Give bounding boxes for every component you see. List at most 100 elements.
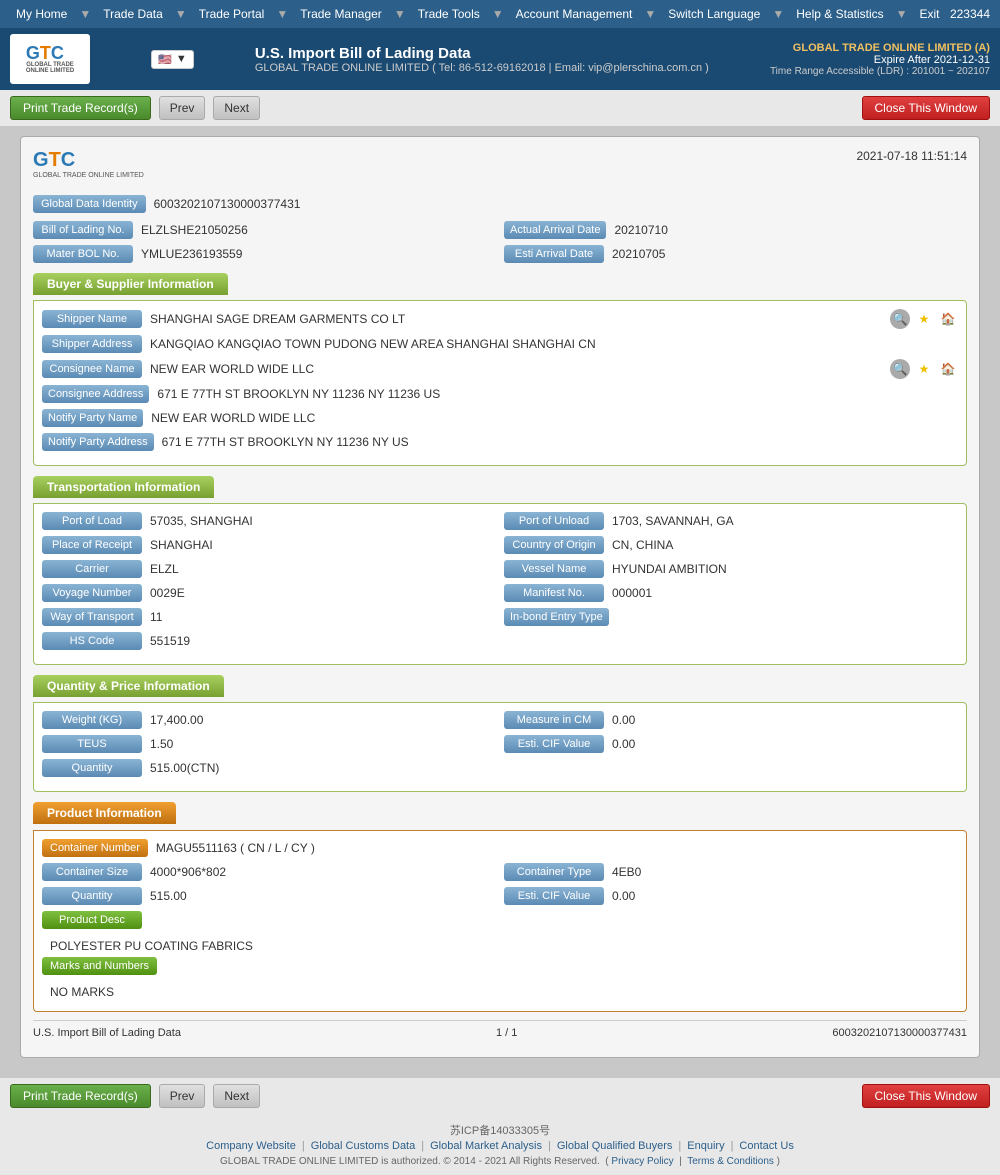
esti-cif-field: Esti. CIF Value 0.00 — [504, 735, 958, 753]
actual-arrival-label: Actual Arrival Date — [504, 221, 606, 239]
container-number-label: Container Number — [42, 839, 148, 857]
mater-bol-field: Mater BOL No. YMLUE236193559 — [33, 245, 496, 263]
global-data-id-label: Global Data Identity — [33, 195, 146, 213]
shipper-address-row: Shipper Address KANGQIAO KANGQIAO TOWN P… — [42, 335, 958, 353]
measure-cm-field: Measure in CM 0.00 — [504, 711, 958, 729]
product-esti-cif-label: Esti. CIF Value — [504, 887, 604, 905]
notify-party-name-row: Notify Party Name NEW EAR WORLD WIDE LLC — [42, 409, 958, 427]
header-subtitle: GLOBAL TRADE ONLINE LIMITED ( Tel: 86-51… — [255, 62, 709, 74]
next-button-bottom[interactable]: Next — [213, 1084, 260, 1108]
nav-switch-language[interactable]: Switch Language — [662, 7, 766, 21]
account-info: GLOBAL TRADE ONLINE LIMITED (A) Expire A… — [770, 42, 990, 77]
footer-global-customs[interactable]: Global Customs Data — [311, 1140, 416, 1152]
consignee-home-icon[interactable]: 🏠 — [938, 359, 958, 379]
place-receipt-label: Place of Receipt — [42, 536, 142, 554]
container-type-label: Container Type — [504, 863, 604, 881]
weight-kg-value: 17,400.00 — [150, 713, 203, 727]
voyage-field: Voyage Number 0029E — [42, 584, 496, 602]
shipper-star-icon[interactable]: ★ — [914, 309, 934, 329]
esti-arrival-label: Esti Arrival Date — [504, 245, 604, 263]
notify-party-address-value: 671 E 77TH ST BROOKLYN NY 11236 NY US — [162, 435, 409, 449]
product-desc-text: POLYESTER PU COATING FABRICS — [42, 935, 958, 957]
icp-number: 苏ICP备14033305号 — [10, 1122, 990, 1138]
vessel-name-field: Vessel Name HYUNDAI AMBITION — [504, 560, 958, 578]
product-quantity-cif-row: Quantity 515.00 Esti. CIF Value 0.00 — [42, 887, 958, 905]
time-range: Time Range Accessible (LDR) : 201001 ~ 2… — [770, 66, 990, 77]
footer-company-website[interactable]: Company Website — [206, 1140, 296, 1152]
nav-my-home[interactable]: My Home — [10, 7, 73, 21]
shipper-name-row: Shipper Name SHANGHAI SAGE DREAM GARMENT… — [42, 309, 958, 329]
next-button-top[interactable]: Next — [213, 96, 260, 120]
product-content: Container Number MAGU5511163 ( CN / L / … — [33, 830, 967, 1012]
footer-terms-link[interactable]: Terms & Conditions — [687, 1156, 774, 1167]
manifest-field: Manifest No. 000001 — [504, 584, 958, 602]
vessel-name-value: HYUNDAI AMBITION — [612, 562, 727, 576]
consignee-name-row: Consignee Name NEW EAR WORLD WIDE LLC 🔍 … — [42, 359, 958, 379]
quantity-content: Weight (KG) 17,400.00 Measure in CM 0.00… — [33, 702, 967, 792]
voyage-number-label: Voyage Number — [42, 584, 142, 602]
place-receipt-field: Place of Receipt SHANGHAI — [42, 536, 496, 554]
product-cif-field: Esti. CIF Value 0.00 — [504, 887, 958, 905]
footer-global-buyers[interactable]: Global Qualified Buyers — [557, 1140, 673, 1152]
transportation-content: Port of Load 57035, SHANGHAI Port of Unl… — [33, 503, 967, 665]
container-type-field: Container Type 4EB0 — [504, 863, 958, 881]
bol-no-value: ELZLSHE21050256 — [141, 223, 248, 237]
prev-button-bottom[interactable]: Prev — [159, 1084, 206, 1108]
container-size-value: 4000*906*802 — [150, 865, 226, 879]
prev-button-top[interactable]: Prev — [159, 96, 206, 120]
footer-title: U.S. Import Bill of Lading Data — [33, 1027, 181, 1039]
flag-selector[interactable]: 🇺🇸 ▼ — [151, 50, 194, 69]
nav-account-management[interactable]: Account Management — [510, 7, 639, 21]
weight-kg-label: Weight (KG) — [42, 711, 142, 729]
actual-arrival-field: Actual Arrival Date 20210710 — [504, 221, 967, 239]
carrier-label: Carrier — [42, 560, 142, 578]
port-unload-field: Port of Unload 1703, SAVANNAH, GA — [504, 512, 958, 530]
consignee-search-icon[interactable]: 🔍 — [890, 359, 910, 379]
marks-numbers-label: Marks and Numbers — [42, 957, 157, 975]
nav-trade-portal[interactable]: Trade Portal — [193, 7, 271, 21]
nav-exit[interactable]: Exit — [914, 7, 946, 21]
consignee-star-icon[interactable]: ★ — [914, 359, 934, 379]
weight-measure-row: Weight (KG) 17,400.00 Measure in CM 0.00 — [42, 711, 958, 729]
quantity-value: 515.00(CTN) — [150, 761, 219, 775]
logo-area: GTC GLOBAL TRADE ONLINE LIMITED — [10, 34, 90, 84]
page-title: U.S. Import Bill of Lading Data — [255, 45, 471, 62]
nav-help-statistics[interactable]: Help & Statistics — [790, 7, 889, 21]
close-button-bottom[interactable]: Close This Window — [862, 1084, 990, 1108]
product-quantity-label: Quantity — [42, 887, 142, 905]
header-bar: GTC GLOBAL TRADE ONLINE LIMITED 🇺🇸 ▼ U.S… — [0, 28, 1000, 90]
transportation-section: Transportation Information Port of Load … — [33, 476, 967, 665]
us-flag-icon: 🇺🇸 — [158, 53, 172, 66]
print-button-bottom[interactable]: Print Trade Record(s) — [10, 1084, 151, 1108]
footer-contact-us[interactable]: Contact Us — [739, 1140, 793, 1152]
manifest-no-value: 000001 — [612, 586, 652, 600]
close-button-top[interactable]: Close This Window — [862, 96, 990, 120]
footer-global-market[interactable]: Global Market Analysis — [430, 1140, 542, 1152]
container-size-label: Container Size — [42, 863, 142, 881]
footer-enquiry[interactable]: Enquiry — [687, 1140, 724, 1152]
port-row: Port of Load 57035, SHANGHAI Port of Unl… — [42, 512, 958, 530]
notify-party-name-label: Notify Party Name — [42, 409, 143, 427]
shipper-name-label: Shipper Name — [42, 310, 142, 328]
shipper-home-icon[interactable]: 🏠 — [938, 309, 958, 329]
product-desc-label: Product Desc — [42, 911, 142, 929]
nav-trade-tools[interactable]: Trade Tools — [412, 7, 486, 21]
carrier-vessel-row: Carrier ELZL Vessel Name HYUNDAI AMBITIO… — [42, 560, 958, 578]
transportation-title: Transportation Information — [33, 476, 214, 498]
main-content: GTC GLOBAL TRADE ONLINE LIMITED 2021-07-… — [0, 126, 1000, 1078]
consignee-icons: 🔍 ★ 🏠 — [890, 359, 958, 379]
shipper-icons: 🔍 ★ 🏠 — [890, 309, 958, 329]
voyage-manifest-row: Voyage Number 0029E Manifest No. 000001 — [42, 584, 958, 602]
nav-trade-data[interactable]: Trade Data — [97, 7, 169, 21]
print-button-top[interactable]: Print Trade Record(s) — [10, 96, 151, 120]
container-size-type-row: Container Size 4000*906*802 Container Ty… — [42, 863, 958, 881]
consignee-address-label: Consignee Address — [42, 385, 149, 403]
place-receipt-value: SHANGHAI — [150, 538, 213, 552]
marks-numbers-row: Marks and Numbers — [42, 957, 958, 975]
nav-trade-manager[interactable]: Trade Manager — [294, 7, 388, 21]
teus-label: TEUS — [42, 735, 142, 753]
quantity-header: Quantity & Price Information — [33, 675, 967, 697]
footer-privacy-link[interactable]: Privacy Policy — [611, 1156, 673, 1167]
shipper-search-icon[interactable]: 🔍 — [890, 309, 910, 329]
shipper-address-value: KANGQIAO KANGQIAO TOWN PUDONG NEW AREA S… — [150, 337, 596, 351]
